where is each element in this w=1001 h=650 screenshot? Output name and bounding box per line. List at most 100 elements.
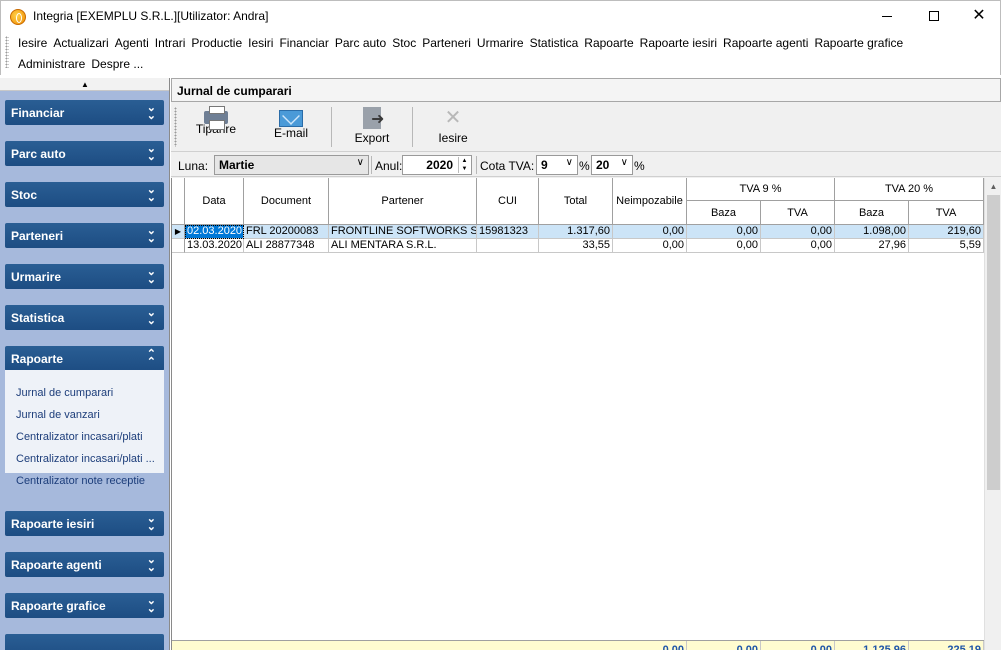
menu-rapoarte-agenti[interactable]: Rapoarte agenti (720, 36, 811, 50)
menu-urmarire[interactable]: Urmarire (474, 36, 527, 50)
cell-baza9[interactable]: 0,00 (687, 225, 761, 239)
sidebar-group-statistica[interactable]: Statistica ⌄ ⌄ (5, 305, 164, 330)
sidebar-link-centralizator-note[interactable]: Centralizator note receptie (16, 475, 145, 487)
menu-administrare[interactable]: Administrare (15, 57, 88, 71)
col-header-tva9-value[interactable]: TVA (761, 201, 835, 225)
menu-actualizari[interactable]: Actualizari (50, 36, 111, 50)
cell-tva20[interactable]: 219,60 (909, 225, 984, 239)
sidebar-group-administrare[interactable] (5, 634, 164, 650)
cell-data[interactable]: 02.03.2020 (185, 225, 244, 239)
cell-cui[interactable] (477, 239, 539, 253)
table-row[interactable]: ▶ 02.03.2020 FRL 20200083 FRONTLINE SOFT… (172, 225, 985, 239)
col-header-neimpozabile[interactable]: Neimpozabile (613, 178, 687, 225)
exit-button[interactable]: ✕ Iesire (413, 107, 493, 149)
cell-tva9[interactable]: 0,00 (761, 239, 835, 253)
sidebar-link-jurnal-vanzari[interactable]: Jurnal de vanzari (16, 409, 100, 421)
menu-productie[interactable]: Productie (188, 36, 245, 50)
export-icon (363, 107, 384, 129)
sidebar-group-parteneri[interactable]: Parteneri ⌄ ⌄ (5, 223, 164, 248)
cell-neimpozabile[interactable]: 0,00 (613, 225, 687, 239)
sidebar-group-urmarire[interactable]: Urmarire ⌄ ⌄ (5, 264, 164, 289)
sidebar-group-rapoarte-iesiri[interactable]: Rapoarte iesiri ⌄ ⌄ (5, 511, 164, 536)
scroll-up-arrow-icon[interactable]: ▲ (985, 178, 1001, 195)
cell-partener[interactable]: FRONTLINE SOFTWORKS SRL (329, 225, 477, 239)
minimize-button[interactable] (864, 1, 910, 31)
menu-rapoarte-grafice[interactable]: Rapoarte grafice (811, 36, 906, 50)
menu-statistica[interactable]: Statistica (527, 36, 582, 50)
cell-data[interactable]: 13.03.2020 (185, 239, 244, 253)
cota-tva-1-select[interactable]: 9 ∨ (536, 155, 578, 175)
luna-select[interactable]: Martie ∨ (214, 155, 369, 175)
col-header-total[interactable]: Total (539, 178, 613, 225)
menu-despre[interactable]: Despre ... (88, 57, 146, 71)
scrollbar-thumb[interactable] (987, 195, 1000, 490)
menu-grip[interactable] (5, 36, 9, 68)
chevron-down-icon: ∨ (620, 157, 628, 168)
app-logo-icon (10, 9, 26, 25)
col-header-document[interactable]: Document (244, 178, 329, 225)
sidebar-group-label: Parc auto (11, 147, 66, 161)
col-header-baza20[interactable]: Baza (835, 201, 909, 225)
col-header-tva20-value[interactable]: TVA (909, 201, 984, 225)
email-button[interactable]: E-mail (251, 107, 331, 149)
menu-iesiri[interactable]: Iesiri (245, 36, 276, 50)
sidebar-group-rapoarte[interactable]: Rapoarte ⌃ ⌃ (5, 346, 164, 371)
menu-agenti[interactable]: Agenti (112, 36, 152, 50)
page-title: Jurnal de cumparari (171, 78, 1001, 102)
close-button[interactable]: ✕ (956, 1, 1001, 31)
sidebar-rapoarte-panel: Jurnal de cumparari Jurnal de vanzari Ce… (5, 370, 164, 487)
cell-document[interactable]: ALI 28877348 (244, 239, 329, 253)
sidebar-link-centralizator-incasari-2[interactable]: Centralizator incasari/plati ... (16, 453, 155, 465)
sidebar-group-stoc[interactable]: Stoc ⌄ ⌄ (5, 182, 164, 207)
anul-label: Anul: (375, 159, 403, 173)
menu-intrari[interactable]: Intrari (152, 36, 189, 50)
sidebar-group-rapoarte-grafice[interactable]: Rapoarte grafice ⌄ ⌄ (5, 593, 164, 618)
cota-tva-2-select[interactable]: 20 ∨ (591, 155, 633, 175)
grid-vertical-scrollbar[interactable]: ▲ (984, 178, 1001, 650)
anul-spinner[interactable]: 2020 ▲ ▼ (402, 155, 472, 175)
export-button[interactable]: Export (332, 107, 412, 149)
col-header-tva20: TVA 20 % (835, 178, 984, 201)
menu-rapoarte-iesiri[interactable]: Rapoarte iesiri (637, 36, 720, 50)
menu-parteneri[interactable]: Parteneri (419, 36, 474, 50)
print-button[interactable]: Tiparire (176, 106, 256, 149)
sidebar-group-parc-auto[interactable]: Parc auto ⌄ ⌄ (5, 141, 164, 166)
sidebar-link-jurnal-cumparari[interactable]: Jurnal de cumparari (16, 387, 113, 399)
sidebar-link-centralizator-incasari[interactable]: Centralizator incasari/plati (16, 431, 143, 443)
chevron-down-icon: ⌄ ⌄ (146, 225, 156, 245)
luna-label: Luna: (178, 159, 209, 173)
col-header-data[interactable]: Data (185, 178, 244, 225)
col-header-baza9[interactable]: Baza (687, 201, 761, 225)
menu-iesire[interactable]: Iesire (15, 36, 50, 50)
sidebar-group-label: Statistica (11, 311, 65, 325)
cell-total[interactable]: 1.317,60 (539, 225, 613, 239)
sidebar-group-rapoarte-agenti[interactable]: Rapoarte agenti ⌄ ⌄ (5, 552, 164, 577)
cell-neimpozabile[interactable]: 0,00 (613, 239, 687, 253)
cell-baza9[interactable]: 0,00 (687, 239, 761, 253)
table-row[interactable]: 13.03.2020 ALI 28877348 ALI MENTARA S.R.… (172, 239, 985, 253)
cell-tva9[interactable]: 0,00 (761, 225, 835, 239)
maximize-button[interactable] (911, 1, 957, 31)
chevron-down-icon: ⌄ ⌄ (146, 307, 156, 327)
sidebar-group-label: Rapoarte iesiri (11, 517, 95, 531)
menu-rapoarte[interactable]: Rapoarte (581, 36, 636, 50)
cell-document[interactable]: FRL 20200083 (244, 225, 329, 239)
cell-baza20[interactable]: 1.098,00 (835, 225, 909, 239)
cell-baza20[interactable]: 27,96 (835, 239, 909, 253)
arrow-up-icon: ▲ (81, 79, 89, 89)
luna-value: Martie (219, 158, 255, 172)
menu-parc-auto[interactable]: Parc auto (332, 36, 389, 50)
sidebar-group-financiar[interactable]: Financiar ⌄ ⌄ (5, 100, 164, 125)
sidebar-scroll-up-button[interactable]: ▲ (0, 78, 169, 91)
cell-cui[interactable]: 15981323 (477, 225, 539, 239)
cell-partener[interactable]: ALI MENTARA S.R.L. (329, 239, 477, 253)
spinner-arrows-icon[interactable]: ▲ ▼ (458, 157, 470, 173)
menu-stoc[interactable]: Stoc (389, 36, 419, 50)
cell-tva20[interactable]: 5,59 (909, 239, 984, 253)
cota-tva-label: Cota TVA: (480, 159, 535, 173)
sidebar-group-label: Parteneri (11, 229, 64, 243)
cell-total[interactable]: 33,55 (539, 239, 613, 253)
col-header-partener[interactable]: Partener (329, 178, 477, 225)
menu-financiar[interactable]: Financiar (276, 36, 331, 50)
col-header-cui[interactable]: CUI (477, 178, 539, 225)
